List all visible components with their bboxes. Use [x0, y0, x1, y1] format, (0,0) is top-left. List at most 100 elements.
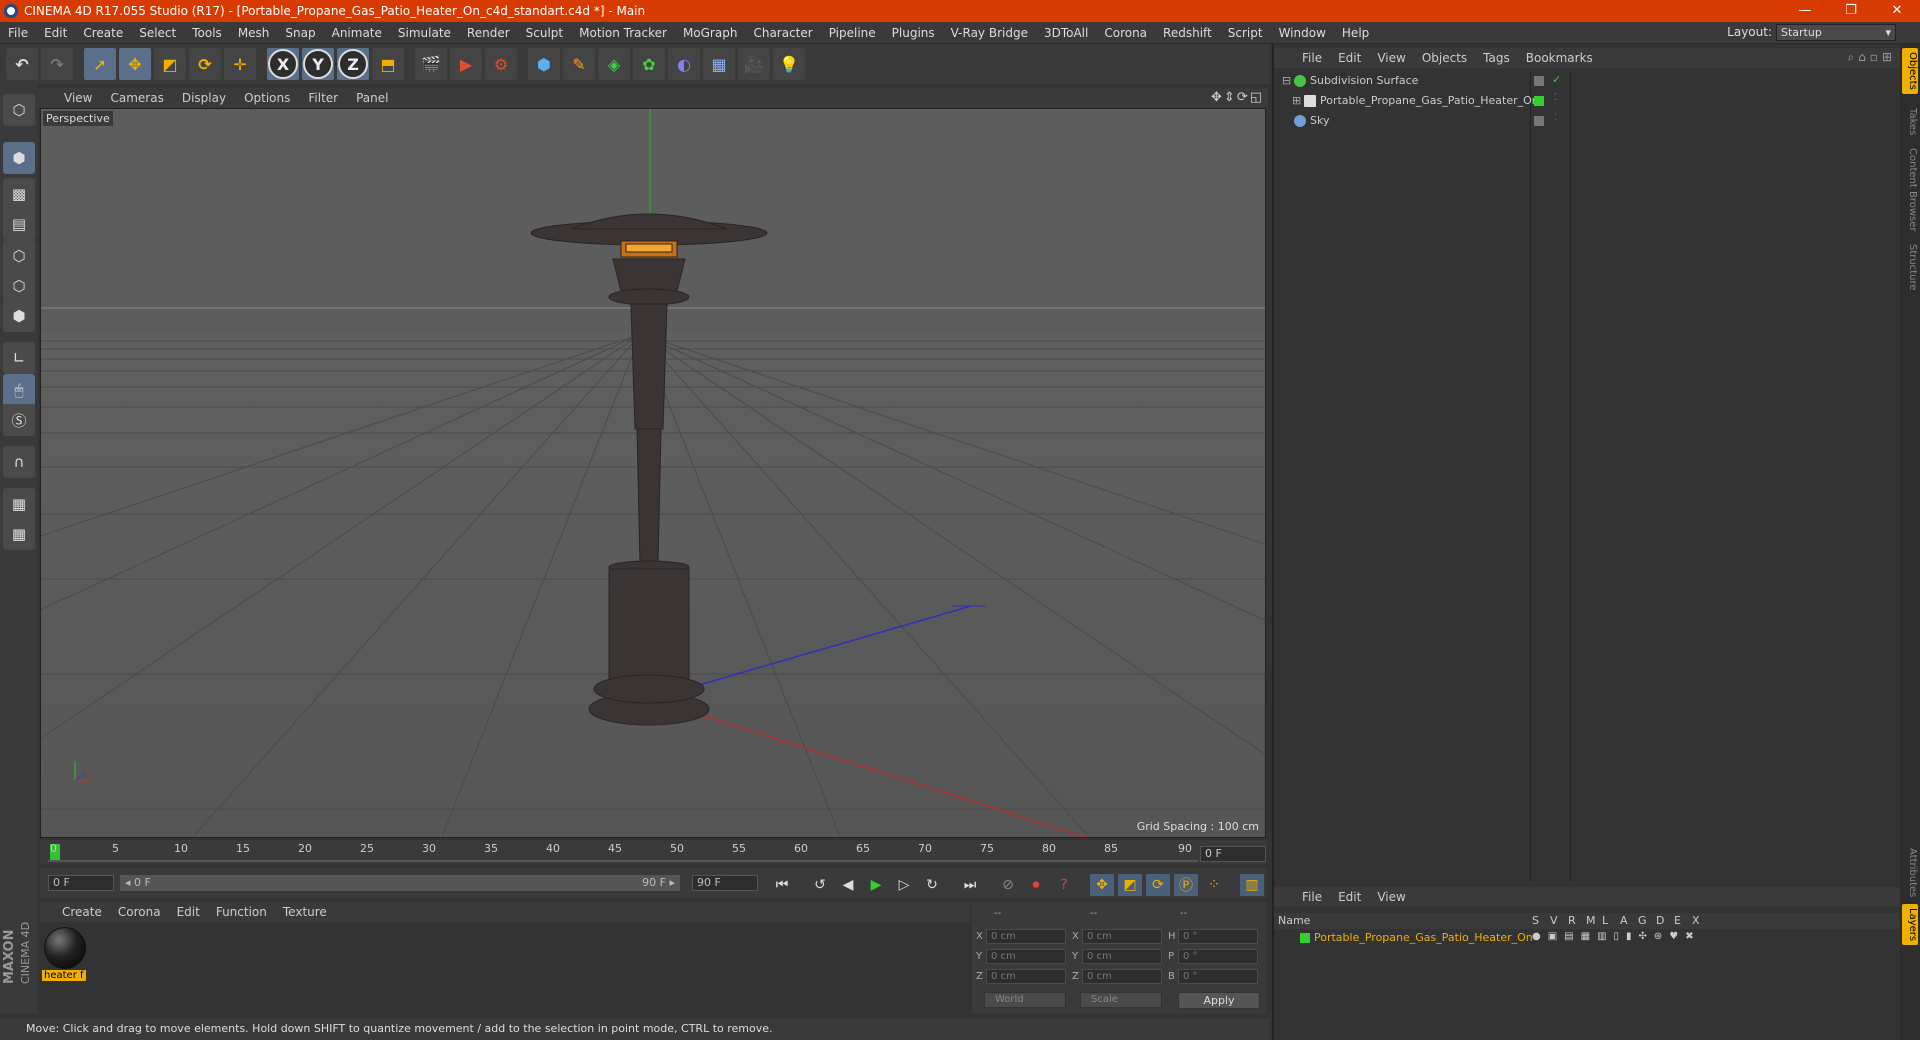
y-axis-lock-button[interactable]: Y — [302, 48, 334, 80]
menu-vray-bridge[interactable]: V-Ray Bridge — [943, 26, 1036, 40]
x-axis-lock-button[interactable]: X — [267, 48, 299, 80]
col-e[interactable]: E — [1674, 914, 1681, 927]
rot-p-field[interactable]: 0 ° — [1178, 949, 1258, 964]
lm-menu-file[interactable]: File — [1294, 890, 1330, 904]
key-param-icon[interactable]: Ⓟ — [1174, 874, 1198, 896]
material-preview-sphere[interactable] — [44, 927, 86, 969]
close-button[interactable]: ✕ — [1874, 0, 1920, 22]
om-menu-edit[interactable]: Edit — [1330, 51, 1369, 65]
cube-primitive-icon[interactable]: ⬢ — [528, 48, 560, 80]
col-v[interactable]: V — [1550, 914, 1558, 927]
object-row-heater[interactable]: ⊞ Portable_Propane_Gas_Patio_Heater_On ⁚ — [1274, 92, 1902, 109]
layer-color-icon[interactable] — [1300, 933, 1310, 943]
layer-name[interactable]: Portable_Propane_Gas_Patio_Heater_On — [1314, 931, 1533, 944]
pos-y-field[interactable]: 0 cm — [986, 949, 1066, 964]
menu-animate[interactable]: Animate — [324, 26, 390, 40]
layer-color-icon[interactable] — [1534, 96, 1544, 106]
goto-start-icon[interactable]: ⏮ — [770, 874, 794, 896]
goto-end-icon[interactable]: ⏭ — [958, 874, 982, 896]
menu-sculpt[interactable]: Sculpt — [518, 26, 571, 40]
goto-next-key-icon[interactable]: ↻ — [920, 874, 944, 896]
goto-prev-key-icon[interactable]: ↺ — [808, 874, 832, 896]
size-y-field[interactable]: 0 cm — [1082, 949, 1162, 964]
om-search-home-icons[interactable]: ⌕⌂▫⊞ — [1847, 50, 1896, 65]
undo-icon[interactable]: ↶ — [6, 48, 38, 80]
spline-pen-icon[interactable]: ✎ — [563, 48, 595, 80]
step-back-icon[interactable]: ◀ — [836, 874, 860, 896]
object-row-sky[interactable]: Sky ⁚ — [1274, 112, 1902, 129]
workplane-mode-icon[interactable]: ▤ — [3, 208, 35, 240]
minimize-button[interactable]: — — [1782, 0, 1828, 22]
material-name[interactable]: heater f — [42, 970, 86, 981]
coordinate-system-icon[interactable]: ⬒ — [372, 48, 404, 80]
mat-menu-edit[interactable]: Edit — [169, 905, 208, 919]
vp-menu-cameras[interactable]: Cameras — [101, 91, 172, 105]
enabled-check-icon[interactable]: ✓ — [1552, 73, 1561, 86]
menu-render[interactable]: Render — [459, 26, 518, 40]
object-name[interactable]: Subdivision Surface — [1310, 72, 1418, 89]
tab-objects[interactable]: Objects — [1902, 48, 1918, 94]
menu-redshift[interactable]: Redshift — [1155, 26, 1220, 40]
col-d[interactable]: D — [1656, 914, 1664, 927]
play-forward-icon[interactable]: ▶ — [864, 874, 888, 896]
light-icon[interactable]: 💡 — [773, 48, 805, 80]
key-rotation-icon[interactable]: ⟳ — [1146, 874, 1170, 896]
vp-menu-panel[interactable]: Panel — [347, 91, 397, 105]
subdivision-generator-icon[interactable]: ◈ — [598, 48, 630, 80]
menu-edit[interactable]: Edit — [36, 26, 75, 40]
col-name[interactable]: Name — [1278, 914, 1310, 927]
om-menu-file[interactable]: File — [1294, 51, 1330, 65]
tab-takes[interactable]: Takes — [1902, 104, 1918, 139]
planar-workplane-icon[interactable]: ▦ — [3, 518, 35, 550]
lm-menu-edit[interactable]: Edit — [1330, 890, 1369, 904]
make-editable-icon[interactable]: ⬡ — [3, 94, 35, 126]
record-keys-disabled-icon[interactable]: ⊘ — [996, 874, 1020, 896]
vp-menu-view[interactable]: View — [38, 91, 101, 105]
lm-menu-view[interactable]: View — [1369, 890, 1413, 904]
cloner-icon[interactable]: ✿ — [633, 48, 665, 80]
key-position-icon[interactable]: ✥ — [1090, 874, 1114, 896]
redo-icon[interactable]: ↷ — [41, 48, 73, 80]
viewport-label[interactable]: Perspective — [43, 111, 113, 126]
menu-3dtoall[interactable]: 3DToAll — [1036, 26, 1096, 40]
pos-z-field[interactable]: 0 cm — [986, 969, 1066, 984]
key-scale-icon[interactable]: ◩ — [1118, 874, 1142, 896]
menu-corona[interactable]: Corona — [1096, 26, 1155, 40]
menu-simulate[interactable]: Simulate — [390, 26, 459, 40]
layer-square-icon[interactable] — [1534, 76, 1544, 86]
floor-scene-icon[interactable]: ▦ — [703, 48, 735, 80]
edges-mode-icon[interactable]: ⬡ — [3, 270, 35, 302]
menu-script[interactable]: Script — [1220, 26, 1271, 40]
tab-structure[interactable]: Structure — [1902, 240, 1918, 295]
col-m[interactable]: M — [1586, 914, 1596, 927]
start-frame-field[interactable]: 0 F — [48, 875, 114, 891]
menu-help[interactable]: Help — [1334, 26, 1377, 40]
object-row-subdivision[interactable]: ⊟ Subdivision Surface ✓ — [1274, 72, 1902, 89]
collapse-icon[interactable]: ⊟ — [1282, 74, 1291, 87]
menu-select[interactable]: Select — [131, 26, 184, 40]
mat-menu-texture[interactable]: Texture — [275, 905, 335, 919]
z-axis-lock-button[interactable]: Z — [337, 48, 369, 80]
render-settings-icon[interactable]: ⚙ — [485, 48, 517, 80]
layout-select[interactable]: Startup — [1776, 24, 1896, 41]
tweak-mode-icon[interactable]: 🖱 — [3, 374, 35, 406]
polygons-mode-icon[interactable]: ⬢ — [3, 300, 35, 332]
menu-window[interactable]: Window — [1271, 26, 1334, 40]
camera-icon[interactable]: 🎥 — [738, 48, 770, 80]
visibility-dots-icon[interactable]: ⁚ — [1554, 113, 1557, 123]
render-view-icon[interactable]: 🎬 — [415, 48, 447, 80]
mat-menu-corona[interactable]: Corona — [110, 905, 169, 919]
object-name[interactable]: Portable_Propane_Gas_Patio_Heater_On — [1320, 92, 1539, 109]
points-mode-icon[interactable]: ⬡ — [3, 240, 35, 272]
end-frame-field[interactable]: 90 F — [692, 875, 758, 891]
workplane-lock-icon[interactable]: ▦ — [3, 488, 35, 520]
mat-menu-function[interactable]: Function — [208, 905, 275, 919]
render-picture-viewer-icon[interactable]: ▶ — [450, 48, 482, 80]
tab-layers[interactable]: Layers — [1902, 904, 1918, 946]
col-x[interactable]: X — [1692, 914, 1700, 927]
3d-viewport[interactable]: Perspective Grid Spacing : 100 cm — [40, 108, 1266, 838]
col-g[interactable]: G — [1638, 914, 1647, 927]
step-forward-icon[interactable]: ▷ — [892, 874, 916, 896]
rotate-tool-icon[interactable]: ⟳ — [189, 48, 221, 80]
col-s[interactable]: S — [1532, 914, 1539, 927]
